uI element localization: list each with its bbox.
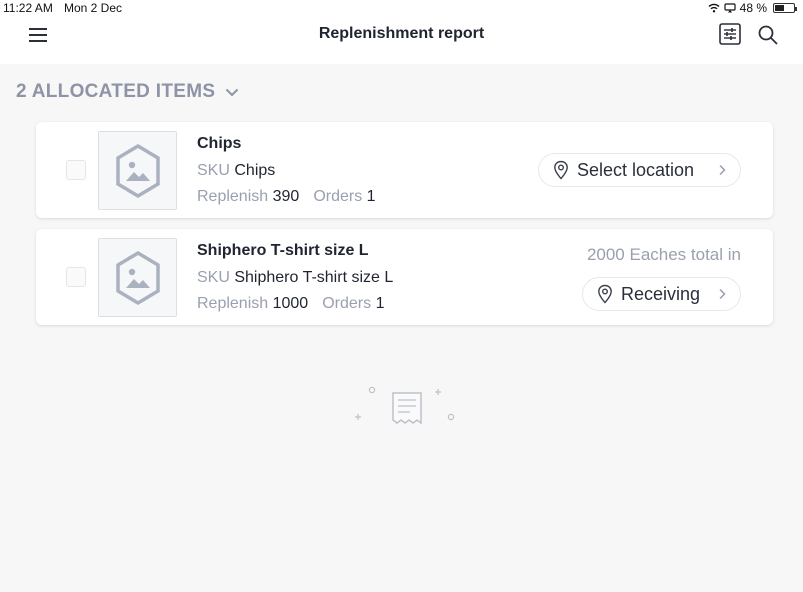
location-button[interactable]: Receiving [582, 277, 741, 311]
sku-value: Shiphero T-shirt size L [234, 269, 394, 286]
item-quantities: Replenish 1000 Orders 1 [197, 295, 384, 313]
filter-button[interactable] [718, 22, 742, 46]
status-date: Mon 2 Dec [64, 1, 123, 15]
replenish-value: 1000 [272, 295, 309, 312]
replenish-label: Replenish [197, 188, 269, 205]
total-quantity-text: 2000 Eaches total in [586, 245, 741, 264]
location-label: Receiving [621, 283, 701, 304]
item-name: Chips [197, 135, 242, 152]
wifi-icon [708, 3, 720, 13]
orders-value: 1 [375, 295, 385, 312]
item-name: Shiphero T-shirt size L [197, 242, 369, 259]
receipt-illustration-icon [355, 386, 455, 425]
status-indicators: 48 % [708, 1, 797, 15]
location-pin-icon [554, 160, 568, 180]
battery-percent: 48 % [739, 1, 767, 15]
replenish-label: Replenish [197, 295, 269, 312]
orders-value: 1 [366, 188, 376, 205]
orders-label: Orders [322, 295, 372, 312]
chevron-right-icon [719, 288, 726, 300]
location-pin-icon [598, 284, 612, 304]
item-quantities: Replenish 390 Orders 1 [197, 188, 376, 206]
allocated-items-toggle[interactable]: 2 ALLOCATED ITEMS [16, 81, 239, 103]
select-location-button[interactable]: Select location [538, 153, 741, 187]
location-label: Select location [577, 159, 695, 180]
page-title: Replenishment report [318, 25, 485, 42]
chevron-right-icon [719, 164, 726, 176]
item-sku: SKU Shiphero T-shirt size L [197, 269, 393, 287]
orders-label: Orders [313, 188, 363, 205]
search-button[interactable] [757, 24, 779, 46]
status-time: 11:22 AM [3, 1, 53, 15]
chevron-down-icon [226, 88, 239, 96]
sku-value: Chips [234, 162, 276, 179]
replenish-value: 390 [272, 188, 300, 205]
section-title: 2 ALLOCATED ITEMS [16, 81, 216, 102]
sku-label: SKU [197, 269, 230, 286]
filter-icon [719, 23, 741, 45]
item-checkbox[interactable] [66, 160, 86, 180]
battery-fill [775, 5, 784, 11]
image-placeholder-icon [115, 143, 160, 198]
item-card[interactable]: Chips SKU Chips Replenish 390 Orders 1 Se… [36, 122, 773, 218]
top-navigation-bar: Replenishment report [0, 16, 803, 64]
item-checkbox[interactable] [66, 267, 86, 287]
product-image-placeholder [98, 238, 177, 317]
product-image-placeholder [98, 131, 177, 210]
screen-mirror-icon [724, 3, 736, 13]
battery-icon [773, 3, 797, 13]
item-card[interactable]: Shiphero T-shirt size L SKU Shiphero T-s… [36, 229, 773, 325]
sku-label: SKU [197, 162, 230, 179]
search-icon [758, 25, 778, 45]
status-bar: 11:22 AM Mon 2 Dec 48 % [0, 0, 803, 16]
item-sku: SKU Chips [197, 162, 275, 180]
image-placeholder-icon [115, 250, 160, 305]
